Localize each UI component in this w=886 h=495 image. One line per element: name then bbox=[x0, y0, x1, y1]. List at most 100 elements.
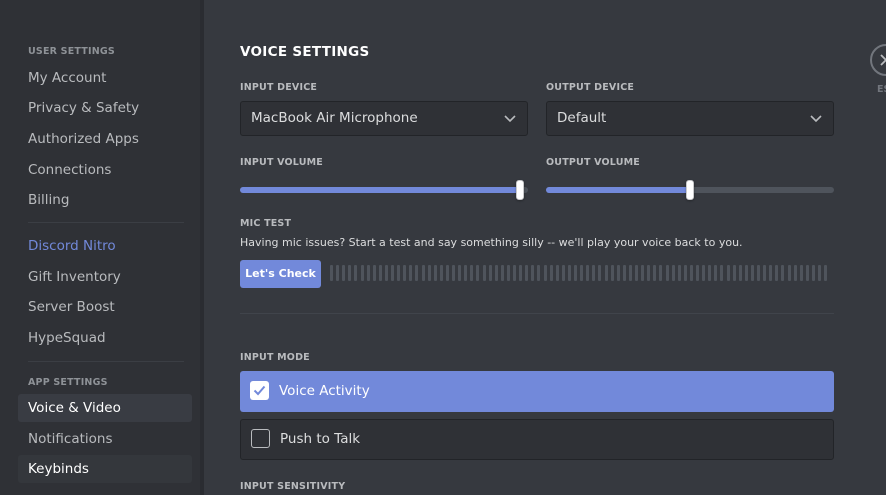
input-mode-label: INPUT MODE bbox=[240, 352, 310, 363]
meter-bar bbox=[550, 265, 553, 281]
meter-bar bbox=[409, 265, 412, 281]
voice-activity-label: Voice Activity bbox=[279, 383, 370, 399]
checkbox-checked bbox=[250, 381, 269, 400]
output-device-value: Default bbox=[557, 110, 607, 126]
sidebar-item-my-account[interactable]: My Account bbox=[18, 64, 192, 92]
meter-bar bbox=[678, 265, 681, 281]
meter-bar bbox=[806, 265, 809, 281]
checkmark-icon bbox=[253, 385, 266, 396]
sidebar-item-authorized-apps[interactable]: Authorized Apps bbox=[18, 125, 192, 153]
sidebar-item-server-boost[interactable]: Server Boost bbox=[18, 293, 192, 321]
output-volume-handle[interactable] bbox=[686, 180, 694, 200]
meter-bar bbox=[470, 265, 473, 281]
meter-bar bbox=[507, 265, 510, 281]
lets-check-button[interactable]: Let's Check bbox=[240, 260, 321, 288]
output-volume-fill bbox=[546, 187, 690, 193]
sidebar-item-privacy-safety[interactable]: Privacy & Safety bbox=[18, 94, 192, 122]
input-device-value: MacBook Air Microphone bbox=[251, 110, 418, 126]
meter-bar bbox=[452, 265, 455, 281]
sidebar-item-gift-inventory[interactable]: Gift Inventory bbox=[18, 263, 192, 291]
meter-bar bbox=[763, 265, 766, 281]
checkbox-unchecked bbox=[251, 429, 270, 448]
sidebar-item-notifications[interactable]: Notifications bbox=[18, 425, 192, 453]
sidebar-scrollbar[interactable] bbox=[200, 0, 204, 495]
close-button[interactable] bbox=[870, 44, 886, 76]
meter-bar bbox=[757, 265, 760, 281]
sidebar-item-keybinds[interactable]: Keybinds bbox=[18, 455, 192, 483]
meter-bar bbox=[336, 265, 339, 281]
meter-bar bbox=[342, 265, 345, 281]
input-device-label: INPUT DEVICE bbox=[240, 82, 318, 93]
sidebar-item-discord-nitro[interactable]: Discord Nitro bbox=[18, 232, 192, 260]
push-to-talk-option[interactable]: Push to Talk bbox=[240, 419, 834, 460]
meter-bar bbox=[727, 265, 730, 281]
output-volume-slider[interactable] bbox=[546, 180, 834, 200]
sidebar-item-hypesquad[interactable]: HypeSquad bbox=[18, 324, 192, 352]
meter-bar bbox=[373, 265, 376, 281]
meter-bar bbox=[605, 265, 608, 281]
meter-bar bbox=[745, 265, 748, 281]
output-device-label: OUTPUT DEVICE bbox=[546, 82, 635, 93]
meter-bar bbox=[556, 265, 559, 281]
esc-label: ES bbox=[877, 84, 886, 95]
meter-bar bbox=[422, 265, 425, 281]
close-icon bbox=[880, 54, 886, 66]
meter-bar bbox=[666, 265, 669, 281]
meter-bar bbox=[476, 265, 479, 281]
meter-bar bbox=[708, 265, 711, 281]
input-volume-fill bbox=[240, 187, 524, 193]
chevron-down-icon bbox=[810, 115, 822, 123]
meter-bar bbox=[440, 265, 443, 281]
meter-bar bbox=[562, 265, 565, 281]
meter-bar bbox=[428, 265, 431, 281]
meter-bar bbox=[592, 265, 595, 281]
sidebar-divider bbox=[28, 361, 184, 362]
meter-bar bbox=[397, 265, 400, 281]
meter-bar bbox=[501, 265, 504, 281]
meter-bar bbox=[483, 265, 486, 281]
output-device-select[interactable]: Default bbox=[546, 101, 834, 136]
meter-bar bbox=[586, 265, 589, 281]
sidebar-item-connections[interactable]: Connections bbox=[18, 156, 192, 184]
meter-bar bbox=[800, 265, 803, 281]
meter-bar bbox=[495, 265, 498, 281]
meter-bar bbox=[458, 265, 461, 281]
input-device-select[interactable]: MacBook Air Microphone bbox=[240, 101, 528, 136]
meter-bar bbox=[379, 265, 382, 281]
meter-bar bbox=[361, 265, 364, 281]
meter-bar bbox=[659, 265, 662, 281]
input-volume-slider[interactable] bbox=[240, 180, 528, 200]
chevron-down-icon bbox=[504, 115, 516, 123]
meter-bar bbox=[415, 265, 418, 281]
meter-bar bbox=[525, 265, 528, 281]
meter-bar bbox=[696, 265, 699, 281]
meter-bar bbox=[781, 265, 784, 281]
meter-bar bbox=[818, 265, 821, 281]
meter-bar bbox=[464, 265, 467, 281]
meter-bar bbox=[635, 265, 638, 281]
sidebar-divider bbox=[28, 222, 184, 223]
meter-bar bbox=[794, 265, 797, 281]
meter-bar bbox=[611, 265, 614, 281]
input-volume-handle[interactable] bbox=[516, 180, 524, 200]
meter-bar bbox=[531, 265, 534, 281]
meter-bar bbox=[434, 265, 437, 281]
meter-bar bbox=[367, 265, 370, 281]
sidebar-item-voice-video[interactable]: Voice & Video bbox=[18, 394, 192, 422]
mic-test-description: Having mic issues? Start a test and say … bbox=[240, 236, 743, 249]
voice-activity-option[interactable]: Voice Activity bbox=[240, 371, 834, 412]
meter-bar bbox=[446, 265, 449, 281]
meter-bar bbox=[769, 265, 772, 281]
meter-bar bbox=[690, 265, 693, 281]
meter-bar bbox=[702, 265, 705, 281]
meter-bar bbox=[403, 265, 406, 281]
push-to-talk-label: Push to Talk bbox=[280, 431, 361, 447]
meter-bar bbox=[623, 265, 626, 281]
meter-bar bbox=[824, 265, 827, 281]
meter-bar bbox=[580, 265, 583, 281]
settings-sidebar: USER SETTINGS My Account Privacy & Safet… bbox=[0, 0, 200, 495]
app-settings-header: APP SETTINGS bbox=[28, 377, 108, 388]
sidebar-item-billing[interactable]: Billing bbox=[18, 186, 192, 214]
user-settings-header: USER SETTINGS bbox=[28, 46, 115, 57]
meter-bar bbox=[714, 265, 717, 281]
